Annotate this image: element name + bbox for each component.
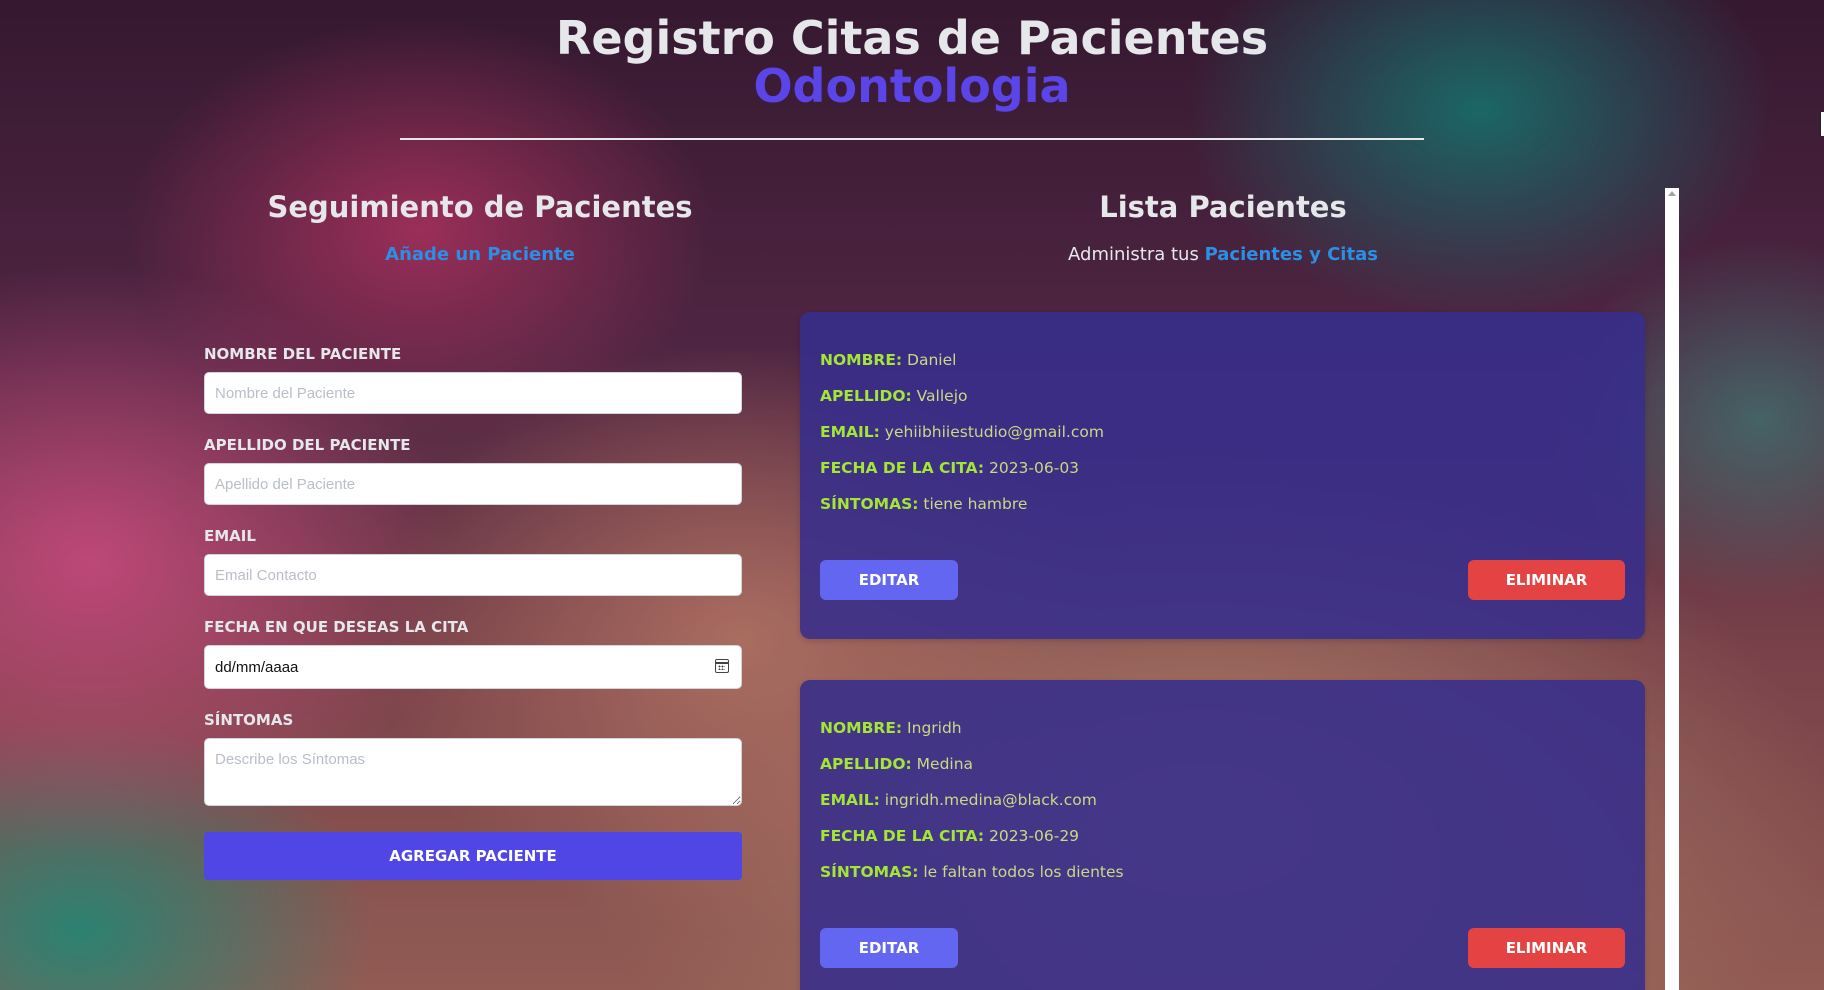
list-subtitle-link: Pacientes y Citas bbox=[1204, 244, 1378, 265]
patient-fecha-row: FECHA DE LA CITA: 2023-06-29 bbox=[820, 826, 1625, 847]
apellido-value: Vallejo bbox=[916, 387, 968, 405]
sintomas-label: SÍNTOMAS bbox=[204, 711, 294, 729]
apellido-label: APELLIDO DEL PACIENTE bbox=[204, 436, 411, 454]
patient-sintomas-row: SÍNTOMAS: le faltan todos los dientes bbox=[820, 862, 1625, 883]
patient-apellido-row: APELLIDO: Vallejo bbox=[820, 386, 1625, 407]
fecha-key: FECHA DE LA CITA: bbox=[820, 459, 985, 477]
email-value: ingridh.medina@black.com bbox=[884, 791, 1097, 809]
email-key: EMAIL: bbox=[820, 423, 880, 441]
fecha-date-input[interactable]: dd/mm/aaaa bbox=[204, 645, 742, 689]
apellido-key: APELLIDO: bbox=[820, 755, 912, 773]
sintomas-key: SÍNTOMAS: bbox=[820, 863, 919, 881]
sintomas-value: le faltan todos los dientes bbox=[923, 863, 1124, 881]
nombre-input[interactable] bbox=[204, 372, 742, 414]
patient-sintomas-row: SÍNTOMAS: tiene hambre bbox=[820, 494, 1625, 515]
header-divider bbox=[400, 138, 1424, 140]
apellido-input[interactable] bbox=[204, 463, 742, 505]
fecha-value: 2023-06-29 bbox=[988, 827, 1080, 845]
eliminar-button[interactable]: ELIMINAR bbox=[1468, 560, 1625, 600]
sintomas-key: SÍNTOMAS: bbox=[820, 495, 919, 513]
patient-email-row: EMAIL: yehiibhiiestudio@gmail.com bbox=[820, 422, 1625, 443]
nombre-value: Ingridh bbox=[907, 719, 962, 737]
eliminar-button[interactable]: ELIMINAR bbox=[1468, 928, 1625, 968]
email-label: EMAIL bbox=[204, 527, 256, 545]
sintomas-textarea[interactable] bbox=[204, 738, 742, 806]
patient-nombre-row: NOMBRE: Daniel bbox=[820, 350, 1625, 371]
patient-nombre-row: NOMBRE: Ingridh bbox=[820, 718, 1625, 739]
form-section-subtitle: Añade un Paciente bbox=[200, 244, 760, 265]
apellido-value: Medina bbox=[916, 755, 974, 773]
list-subtitle-prefix: Administra tus bbox=[1068, 244, 1205, 265]
email-value: yehiibhiiestudio@gmail.com bbox=[884, 423, 1104, 441]
form-section-title: Seguimiento de Pacientes bbox=[267, 190, 693, 224]
nombre-value: Daniel bbox=[907, 351, 957, 369]
patient-apellido-row: APELLIDO: Medina bbox=[820, 754, 1625, 775]
sintomas-value: tiene hambre bbox=[923, 495, 1028, 513]
apellido-key: APELLIDO: bbox=[820, 387, 912, 405]
form-section: Seguimiento de Pacientes Añade un Pacien… bbox=[200, 180, 760, 880]
window-edge-handle bbox=[1820, 112, 1824, 136]
form-subtitle-link: Añade un Paciente bbox=[385, 244, 575, 265]
agregar-paciente-button[interactable]: AGREGAR PACIENTE bbox=[204, 832, 742, 880]
list-section-subtitle: Administra tus Pacientes y Citas bbox=[800, 244, 1646, 265]
page-header: Registro Citas de Pacientes Odontologia bbox=[0, 14, 1824, 111]
patient-list-section: Lista Pacientes Administra tus Pacientes… bbox=[800, 180, 1646, 990]
page-background: Registro Citas de Pacientes Odontologia … bbox=[0, 0, 1824, 990]
nombre-key: NOMBRE: bbox=[820, 719, 903, 737]
page-subtitle: Odontologia bbox=[753, 59, 1071, 114]
email-key: EMAIL: bbox=[820, 791, 880, 809]
patient-form: NOMBRE DEL PACIENTE APELLIDO DEL PACIENT… bbox=[200, 325, 760, 920]
list-section-title: Lista Pacientes bbox=[1099, 190, 1347, 224]
email-input[interactable] bbox=[204, 554, 742, 596]
nombre-label: NOMBRE DEL PACIENTE bbox=[204, 345, 402, 363]
editar-button[interactable]: EDITAR bbox=[820, 560, 958, 600]
list-scrollbar[interactable] bbox=[1665, 188, 1679, 990]
nombre-key: NOMBRE: bbox=[820, 351, 903, 369]
calendar-icon[interactable] bbox=[715, 659, 729, 673]
patient-email-row: EMAIL: ingridh.medina@black.com bbox=[820, 790, 1625, 811]
patient-card: NOMBRE: Daniel APELLIDO: Vallejo EMAIL: … bbox=[800, 312, 1645, 639]
fecha-value: 2023-06-03 bbox=[988, 459, 1080, 477]
fecha-key: FECHA DE LA CITA: bbox=[820, 827, 985, 845]
patient-card: NOMBRE: Ingridh APELLIDO: Medina EMAIL: … bbox=[800, 680, 1645, 990]
page-title: Registro Citas de Pacientes bbox=[555, 11, 1269, 65]
fecha-date-value: dd/mm/aaaa bbox=[215, 658, 299, 676]
fecha-label: FECHA EN QUE DESEAS LA CITA bbox=[204, 618, 469, 636]
editar-button[interactable]: EDITAR bbox=[820, 928, 958, 968]
scroll-up-arrow-icon[interactable] bbox=[1668, 191, 1676, 196]
patient-fecha-row: FECHA DE LA CITA: 2023-06-03 bbox=[820, 458, 1625, 479]
